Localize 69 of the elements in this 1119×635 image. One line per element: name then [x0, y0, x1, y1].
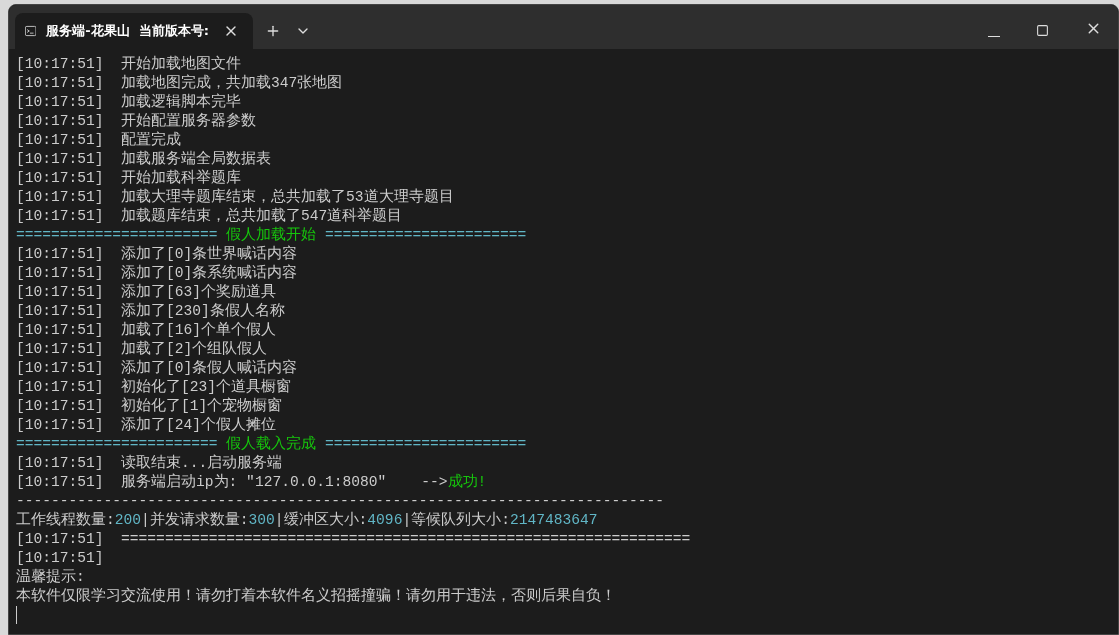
timestamp: [10:17:51] [16, 474, 104, 490]
log-text: 开始加载科举题库 [120, 170, 242, 186]
timestamp: [10:17:51] [16, 94, 104, 110]
timestamp: [10:17:51] [16, 379, 104, 395]
log-text: 初始化了[23]个道具橱窗 [120, 379, 292, 395]
highlight-text: ======================= [16, 436, 219, 452]
highlight-text: 200 [114, 512, 142, 528]
log-text: 初始化了[1]个宠物橱窗 [120, 398, 283, 414]
highlight-text: 2147483647 [509, 512, 598, 528]
log-text: |等候队列大小: [402, 512, 510, 528]
log-text: 开始加载地图文件 [120, 56, 242, 72]
timestamp: [10:17:51] [16, 208, 104, 224]
log-text: -------------------------------------------------------------------------- [16, 493, 665, 509]
log-text: 加载逻辑脚本完毕 [120, 94, 242, 110]
timestamp: [10:17:51] [16, 113, 104, 129]
log-text: 工作线程数量: [16, 512, 115, 528]
log-text: |缓冲区大小: [274, 512, 368, 528]
timestamp: [10:17:51] [16, 417, 104, 433]
log-text: 加载大理寺题库结束，总共加载了53道大理寺题目 [120, 189, 454, 205]
highlight-text: ======================= [323, 436, 527, 452]
log-text: 添加了[230]条假人名称 [120, 303, 285, 319]
log-text: 本软件仅限学习交流使用！请勿打着本软件名义招摇撞骗！请勿用于违法，否则后果自负！ [16, 588, 616, 604]
highlight-text: 300 [248, 512, 275, 528]
timestamp: [10:17:51] [16, 151, 104, 167]
status-text: 假人载入完成 [226, 436, 317, 452]
log-text: 读取结束...启动服务端 [120, 455, 283, 471]
log-text: 温馨提示: [16, 569, 85, 585]
timestamp: [10:17:51] [16, 170, 104, 186]
minimize-icon [988, 35, 1000, 37]
maximize-icon [1036, 24, 1049, 37]
timestamp: [10:17:51] [16, 265, 104, 281]
log-text: |并发请求数量: [141, 512, 249, 528]
terminal-tab[interactable]: 服务端-花果山 当前版本号: [15, 13, 253, 49]
timestamp: [10:17:51] [16, 132, 104, 148]
timestamp: [10:17:51] [16, 341, 104, 357]
timestamp: [10:17:51] [16, 56, 104, 72]
log-text: 加载了[2]个组队假人 [120, 341, 268, 357]
log-text: 添加了[24]个假人摊位 [120, 417, 277, 433]
timestamp: [10:17:51] [16, 531, 104, 547]
log-text: 加载了[16]个单个假人 [120, 322, 277, 338]
highlight-text: 4096 [367, 512, 403, 528]
terminal-icon [25, 24, 37, 38]
timestamp: [10:17:51] [16, 455, 104, 471]
plus-icon [265, 23, 281, 39]
timestamp: [10:17:51] [16, 398, 104, 414]
log-text: 加载地图完成，共加载347张地图 [120, 75, 343, 91]
log-text: 开始配置服务器参数 [120, 113, 257, 129]
log-text: 服务端启动ip为: "127.0.0.1:8080" --> [120, 474, 448, 490]
highlight-text: ======================= [16, 227, 219, 243]
timestamp: [10:17:51] [16, 75, 104, 91]
status-text: 假人加载开始 [226, 227, 317, 243]
timestamp: [10:17:51] [16, 189, 104, 205]
log-text: 添加了[0]条世界喊话内容 [120, 246, 298, 262]
log-text: 配置完成 [120, 132, 182, 148]
timestamp: [10:17:51] [16, 360, 104, 376]
log-text: 添加了[0]条假人喊话内容 [120, 360, 298, 376]
log-text: 加载服务端全局数据表 [120, 151, 272, 167]
timestamp: [10:17:51] [16, 284, 104, 300]
timestamp: [10:17:51] [16, 550, 104, 566]
text-cursor [16, 606, 17, 624]
timestamp: [10:17:51] [16, 322, 104, 338]
timestamp: [10:17:51] [16, 303, 104, 319]
log-text: 加载题库结束，总共加载了547道科举题目 [120, 208, 403, 224]
log-text: ================================================================= [120, 531, 691, 547]
status-text: 成功! [447, 474, 487, 490]
log-text: 添加了[0]条系统喊话内容 [120, 265, 298, 281]
log-text: 添加了[63]个奖励道具 [120, 284, 277, 300]
timestamp: [10:17:51] [16, 246, 104, 262]
highlight-text: ======================= [323, 227, 527, 243]
